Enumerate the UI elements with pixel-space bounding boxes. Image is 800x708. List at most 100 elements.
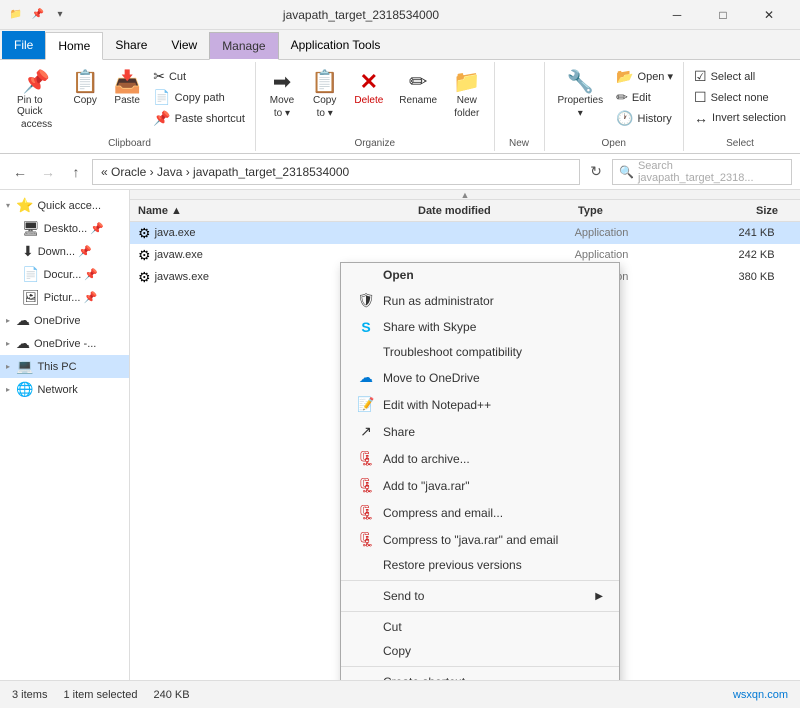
ctx-edit-notepad[interactable]: 📝 Edit with Notepad++ (341, 391, 619, 418)
file-row-java[interactable]: ⚙ java.exe Application 241 KB (130, 222, 800, 244)
address-path[interactable]: « Oracle › Java › javapath_target_231853… (92, 159, 580, 185)
ribbon: 📌 Pin to Quick access 📋 Copy 📥 Paste ✂ C… (0, 60, 800, 154)
ctx-share-icon: ↗ (357, 423, 375, 440)
pictures-icon: 🖼 (22, 289, 40, 306)
tab-view[interactable]: View (159, 31, 209, 59)
properties-button[interactable]: 🔧 Properties ▾ (551, 66, 611, 124)
javaws-exe-icon: ⚙ (138, 269, 151, 286)
sidebar-item-thispc[interactable]: ▸ 💻 This PC (0, 355, 129, 378)
select-none-button[interactable]: ☐ Select none (690, 87, 790, 108)
open-label: Open (551, 135, 678, 151)
tab-home[interactable]: Home (45, 32, 103, 60)
column-name[interactable]: Name ▲ (138, 205, 418, 217)
new-folder-button[interactable]: 📁 New folder (446, 66, 487, 124)
ctx-compressjava-icon: 🗜 (357, 531, 375, 548)
select-all-icon: ☑ (694, 68, 707, 85)
ctx-sendto-arrow: ▶ (595, 591, 603, 602)
ctx-run-as-admin[interactable]: 🛡 Run as administrator (341, 287, 619, 314)
column-type[interactable]: Type (578, 205, 698, 217)
back-button[interactable]: ← (8, 160, 32, 184)
java-exe-name: java.exe (155, 227, 415, 239)
ctx-copy[interactable]: Copy (341, 639, 619, 663)
sidebar-item-documents[interactable]: 📄 Docur... 📌 (0, 263, 129, 286)
ribbon-group-new: New (495, 62, 545, 151)
copy-path-button[interactable]: 📄 Copy path (149, 87, 249, 108)
ctx-share[interactable]: ↗ Share (341, 418, 619, 445)
delete-button[interactable]: ✕ Delete (347, 66, 390, 111)
pin-quick-access-button[interactable]: 📌 Pin to Quick access (10, 66, 63, 135)
copy-button[interactable]: 📋 Copy (65, 66, 105, 111)
sidebar-item-onedrive[interactable]: ▸ ☁ OneDrive (0, 309, 129, 332)
copy-icon: 📋 (72, 71, 99, 93)
invert-icon: ↔ (694, 110, 708, 126)
tab-share[interactable]: Share (103, 31, 159, 59)
search-placeholder: Search javapath_target_2318... (638, 160, 785, 184)
tab-application-tools[interactable]: Application Tools (279, 31, 393, 59)
pin-icon: 📌 (23, 71, 50, 93)
ctx-troubleshoot[interactable]: Troubleshoot compatibility (341, 340, 619, 364)
search-box[interactable]: 🔍 Search javapath_target_2318... (612, 159, 792, 185)
open-button[interactable]: 📂 Open ▾ (612, 66, 677, 87)
paste-shortcut-button[interactable]: 📌 Paste shortcut (149, 108, 249, 129)
up-button[interactable]: ↑ (64, 160, 88, 184)
close-button[interactable]: ✕ (746, 0, 792, 30)
minimize-button[interactable]: ─ (654, 0, 700, 30)
status-size: 240 KB (153, 689, 189, 701)
sidebar-label-documents: Docur... 📌 (43, 268, 98, 281)
select-all-button[interactable]: ☑ Select all (690, 66, 790, 87)
invert-selection-button[interactable]: ↔ Invert selection (690, 108, 790, 128)
properties-icon: 🔧 (567, 71, 594, 93)
ctx-send-to[interactable]: Send to ▶ (341, 584, 619, 608)
java-exe-type: Application (575, 227, 695, 239)
rename-button[interactable]: ✏ Rename (392, 66, 444, 111)
sidebar-item-downloads[interactable]: ⬇ Down... 📌 (0, 240, 129, 263)
ctx-open[interactable]: Open (341, 263, 619, 287)
onedrive2-icon: ☁ (16, 335, 30, 352)
sidebar-item-quickaccess[interactable]: ▾ ⭐ Quick acce... (0, 194, 129, 217)
column-date[interactable]: Date modified (418, 205, 578, 217)
forward-button[interactable]: → (36, 160, 60, 184)
ribbon-group-organize: ➡ Move to ▾ 📋 Copy to ▾ ✕ Delete ✏ Renam… (256, 62, 495, 151)
refresh-button[interactable]: ↻ (584, 160, 608, 184)
window-icon: 📁 (8, 7, 24, 23)
ctx-onedrive-icon: ☁ (357, 369, 375, 386)
ribbon-tabs: File Home Share View Manage Application … (0, 30, 800, 60)
tab-file[interactable]: File (2, 31, 45, 59)
ctx-skype-icon: S (357, 319, 375, 335)
edit-icon: ✏ (616, 89, 628, 106)
select-label: Select (690, 135, 790, 151)
ctx-create-shortcut[interactable]: Create shortcut (341, 670, 619, 680)
tab-manage[interactable]: Manage (209, 32, 278, 60)
organize-label: Organize (262, 135, 488, 151)
sidebar-label-onedrive: OneDrive (34, 315, 80, 327)
wsxqn-link: wsxqn.com (733, 689, 788, 701)
edit-button[interactable]: ✏ Edit (612, 87, 677, 108)
history-button[interactable]: 🕐 History (612, 108, 677, 129)
ctx-compress-email[interactable]: 🗜 Compress and email... (341, 499, 619, 526)
column-size[interactable]: Size (698, 205, 778, 217)
sidebar-item-onedrive2[interactable]: ▸ ☁ OneDrive -... (0, 332, 129, 355)
cut-button[interactable]: ✂ Cut (149, 66, 249, 87)
maximize-button[interactable]: □ (700, 0, 746, 30)
ctx-cut[interactable]: Cut (341, 615, 619, 639)
sidebar-item-desktop[interactable]: 🖥 Deskto... 📌 (0, 217, 129, 240)
sidebar-label-quickaccess: Quick acce... (37, 200, 101, 212)
sidebar-item-network[interactable]: ▸ 🌐 Network (0, 378, 129, 401)
copy-to-button[interactable]: 📋 Copy to ▾ (304, 66, 345, 124)
ctx-compress-java-email[interactable]: 🗜 Compress to "java.rar" and email (341, 526, 619, 553)
sidebar-item-pictures[interactable]: 🖼 Pictur... 📌 (0, 286, 129, 309)
ctx-add-archive[interactable]: 🗜 Add to archive... (341, 445, 619, 472)
status-bar: 3 items 1 item selected 240 KB wsxqn.com (0, 680, 800, 708)
sidebar-label-network: Network (37, 384, 77, 396)
ctx-divider-1 (341, 580, 619, 581)
javaw-exe-icon: ⚙ (138, 247, 151, 264)
paste-button[interactable]: 📥 Paste (107, 66, 147, 111)
ctx-add-java-rar[interactable]: 🗜 Add to "java.rar" (341, 472, 619, 499)
context-menu: Open 🛡 Run as administrator S Share with… (340, 262, 620, 680)
move-to-button[interactable]: ➡ Move to ▾ (262, 66, 302, 124)
documents-icon: 📄 (22, 266, 39, 283)
ctx-share-skype[interactable]: S Share with Skype (341, 314, 619, 340)
ctx-move-onedrive[interactable]: ☁ Move to OneDrive (341, 364, 619, 391)
ctx-restore[interactable]: Restore previous versions (341, 553, 619, 577)
sidebar-label-pictures: Pictur... 📌 (44, 291, 97, 304)
